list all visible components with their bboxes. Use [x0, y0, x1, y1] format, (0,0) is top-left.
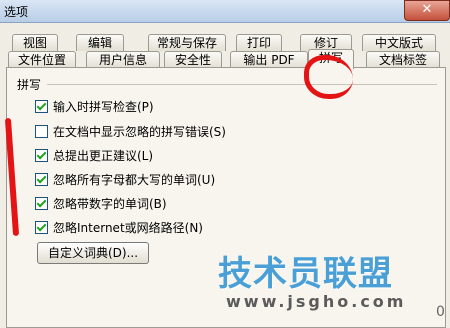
option-label: 忽略Internet或网络路径(N): [53, 221, 203, 235]
checkbox[interactable]: [35, 149, 48, 162]
check-mark-icon: [36, 149, 47, 160]
option-label: 输入时拼写检查(P): [53, 100, 154, 114]
tab-view[interactable]: 视图: [12, 34, 58, 51]
watermark-url: www.jsgho.com: [226, 292, 407, 311]
tab-doc-labels[interactable]: 文档标签: [366, 51, 440, 68]
close-icon: ✕: [421, 2, 433, 17]
option-label: 忽略所有字母都大写的单词(U): [53, 173, 216, 187]
check-mark-icon: [36, 197, 47, 208]
tab-security[interactable]: 安全性: [164, 51, 222, 68]
group-title-spelling: 拼写: [17, 78, 42, 92]
tab-edit[interactable]: 编辑: [76, 34, 124, 51]
tab-print[interactable]: 打印: [236, 34, 282, 51]
check-mark-icon: [36, 173, 47, 184]
custom-dictionary-button[interactable]: 自定义词典(D)...: [37, 242, 149, 264]
checkbox[interactable]: [35, 125, 48, 138]
option-label: 忽略带数字的单词(B): [53, 197, 167, 211]
checkbox[interactable]: [35, 197, 48, 210]
corner-char: 0: [436, 304, 445, 320]
close-button[interactable]: ✕: [404, 0, 450, 21]
check-mark-icon: [36, 100, 47, 111]
option-label: 总提出更正建议(L): [53, 149, 154, 163]
checkbox[interactable]: [35, 221, 48, 234]
annotation-red-circle: [304, 55, 353, 99]
option-label: 在文档中显示忽略的拼写错误(S): [53, 125, 226, 139]
group-divider: [47, 84, 437, 85]
tab-chinese-layout[interactable]: 中文版式: [362, 34, 436, 51]
title-bar: 选项 ✕: [0, 0, 450, 23]
window-title: 选项: [4, 5, 29, 19]
check-mark-icon: [36, 221, 47, 232]
checkbox[interactable]: [35, 173, 48, 186]
tab-file-locations[interactable]: 文件位置: [8, 51, 76, 68]
tab-general-save[interactable]: 常规与保存: [148, 34, 226, 51]
checkbox[interactable]: [35, 100, 48, 113]
watermark-logo-text: 技术员联盟: [218, 254, 393, 294]
tab-export-pdf[interactable]: 输出 PDF: [230, 51, 308, 68]
tab-user-info[interactable]: 用户信息: [86, 51, 160, 68]
